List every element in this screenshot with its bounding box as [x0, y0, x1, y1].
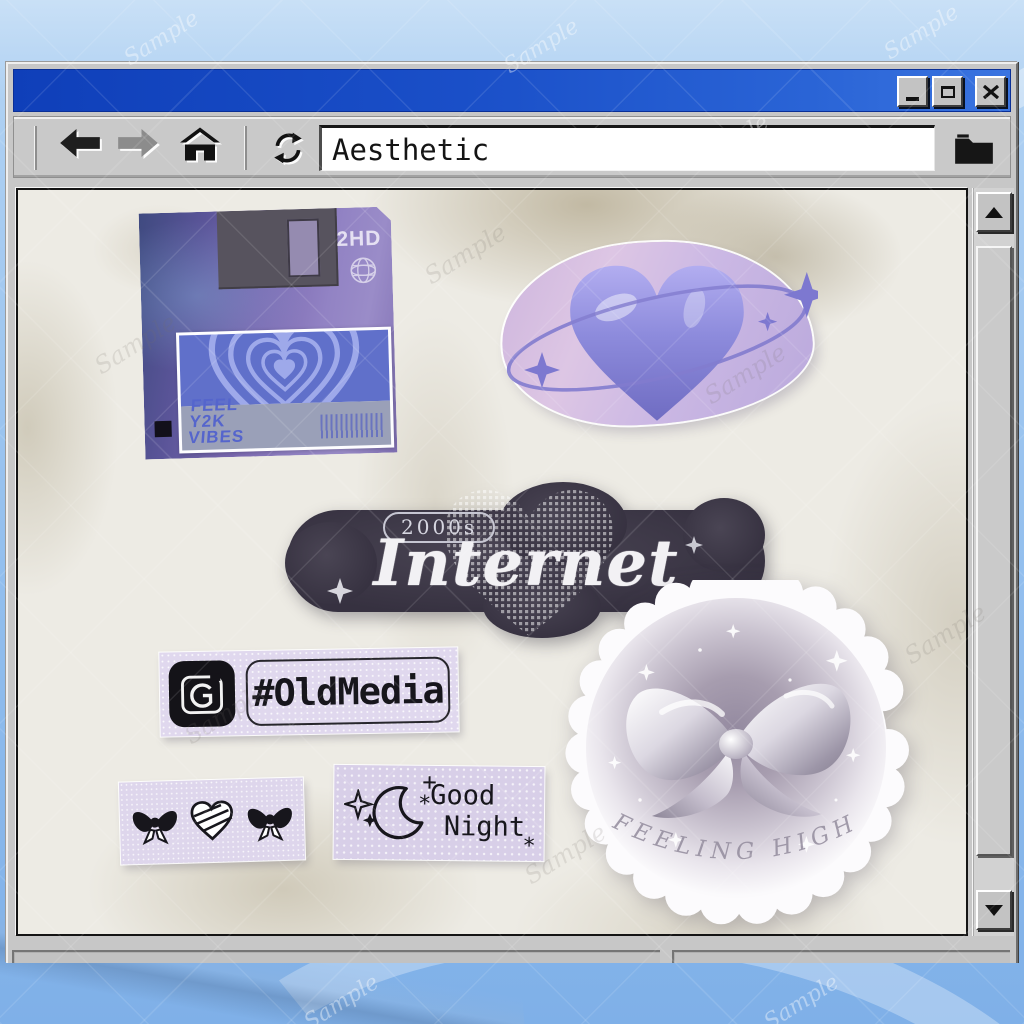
star-mark: * [522, 833, 536, 860]
floppy-slogan: FEEL Y2K VIBES [187, 394, 245, 448]
floppy-shutter-window [287, 219, 321, 278]
goodnight-sticker: + * Good Night * [333, 764, 545, 862]
bow-icon [132, 811, 177, 846]
scrollbar-thumb[interactable] [976, 246, 1012, 856]
home-button[interactable] [180, 127, 220, 166]
close-icon [982, 84, 999, 99]
close-button[interactable] [975, 76, 1006, 107]
sparkle-icon [327, 578, 353, 604]
address-input[interactable] [319, 125, 935, 171]
down-arrow-icon [985, 904, 1003, 916]
toolbar-separator [34, 126, 37, 170]
heart-planet-icon [506, 265, 818, 421]
browser-toolbar [13, 116, 1011, 178]
sparkle-icon [685, 536, 703, 554]
oldmedia-sticker: #OldMedia [159, 647, 459, 737]
doily-bow-sticker: FEELING HIGH [550, 567, 922, 928]
status-panel-left [12, 950, 660, 963]
minimize-icon [906, 96, 919, 101]
floppy-label: FEEL Y2K VIBES [176, 327, 394, 454]
retro-camera-icon [168, 660, 236, 728]
folder-button[interactable] [952, 127, 996, 172]
up-arrow-icon [985, 206, 1003, 218]
toolbar-separator [244, 126, 247, 170]
refresh-button[interactable] [270, 130, 306, 171]
refresh-icon [274, 132, 302, 164]
barcode [320, 413, 383, 439]
maximize-button[interactable] [932, 76, 963, 107]
bow-icon [247, 807, 292, 842]
status-panel-right [672, 950, 1010, 963]
globe-icon [348, 255, 379, 291]
floppy-disk-sticker: 2HD FEEL Y2K VIBES [139, 207, 398, 460]
minimize-button[interactable] [897, 76, 928, 107]
desktop: 2HD [0, 0, 1024, 1024]
hashtag-label: #OldMedia [245, 656, 451, 727]
goodnight-text: Good Night [430, 779, 526, 843]
scroll-up-button[interactable] [976, 192, 1012, 232]
moon-icon [372, 786, 424, 840]
back-button[interactable] [60, 129, 100, 162]
forward-icon [118, 129, 158, 157]
browser-window: 2HD [6, 62, 1018, 963]
folder-icon [955, 134, 993, 164]
back-icon [60, 129, 100, 157]
heart-planet-sticker [497, 234, 818, 432]
floppy-label-band: FEEL Y2K VIBES [181, 401, 391, 451]
write-protect-notch [154, 421, 171, 437]
vertical-scrollbar[interactable] [972, 188, 1014, 936]
floppy-shutter [217, 208, 339, 289]
title-bar[interactable] [13, 69, 1011, 112]
status-bar [10, 940, 1014, 963]
scroll-down-button[interactable] [976, 890, 1012, 930]
forward-button[interactable] [118, 129, 158, 162]
floppy-format-label: 2HD [336, 226, 382, 252]
bows-sticker [118, 777, 306, 865]
page-content: 2HD FEEL Y2K VIBES 2000s Internet #OldMe… [16, 188, 968, 936]
home-icon [180, 127, 220, 161]
maximize-icon [940, 85, 955, 98]
striped-heart-icon [190, 800, 233, 841]
